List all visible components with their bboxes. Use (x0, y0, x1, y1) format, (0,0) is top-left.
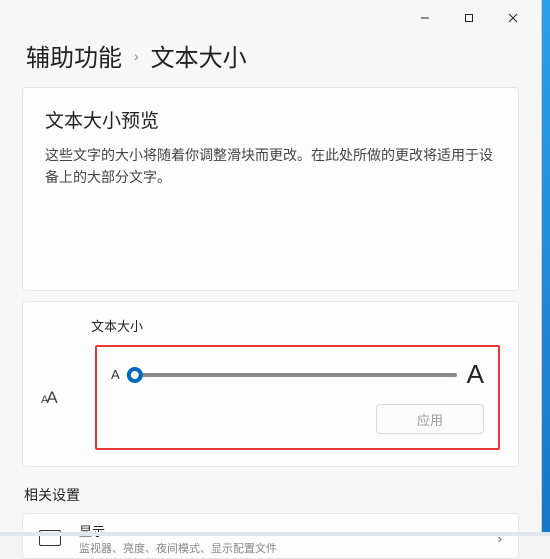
slider-thumb[interactable] (126, 367, 142, 383)
close-button[interactable] (491, 3, 535, 33)
content-area: 文本大小预览 这些文字的大小将随着你调整滑块而更改。在此处所做的更改将适用于设备… (0, 87, 541, 559)
text-size-card: 文本大小 AA A A 应用 (22, 301, 519, 467)
maximize-icon (464, 13, 474, 23)
related-display-title: 显示 (79, 521, 480, 540)
slider-track[interactable] (130, 373, 457, 377)
minimize-button[interactable] (403, 3, 447, 33)
apply-button[interactable]: 应用 (376, 404, 484, 434)
maximize-button[interactable] (447, 3, 491, 33)
settings-window: 辅助功能 › 文本大小 文本大小预览 这些文字的大小将随着你调整滑块而更改。在此… (0, 0, 542, 536)
preview-title: 文本大小预览 (45, 106, 496, 133)
breadcrumb-current: 文本大小 (151, 38, 247, 73)
text-preview-card: 文本大小预览 这些文字的大小将随着你调整滑块而更改。在此处所做的更改将适用于设备… (22, 87, 519, 291)
breadcrumb: 辅助功能 › 文本大小 (0, 36, 541, 87)
related-display-subtitle: 监视器、亮度、夜间模式、显示配置文件 (79, 540, 480, 556)
text-size-icon: AA (41, 388, 81, 408)
taskbar-edge (0, 532, 550, 536)
preview-description: 这些文字的大小将随着你调整滑块而更改。在此处所做的更改将适用于设备上的大部分文字… (45, 145, 496, 188)
highlight-annotation: A A 应用 (95, 345, 500, 450)
close-icon (508, 13, 518, 23)
chevron-right-icon: › (132, 48, 141, 64)
text-size-slider[interactable]: A A (111, 359, 484, 390)
related-text: 显示 监视器、亮度、夜间模式、显示配置文件 (79, 521, 480, 556)
minimize-icon (420, 13, 430, 23)
desktop-background-strip (542, 0, 550, 536)
related-settings-heading: 相关设置 (24, 485, 519, 505)
related-display-item[interactable]: 显示 监视器、亮度、夜间模式、显示配置文件 › (22, 513, 519, 559)
window-titlebar (0, 0, 541, 36)
text-size-label: 文本大小 (41, 316, 500, 335)
breadcrumb-parent[interactable]: 辅助功能 (26, 38, 122, 73)
slider-min-glyph: A (111, 367, 120, 382)
slider-max-glyph: A (467, 359, 484, 390)
